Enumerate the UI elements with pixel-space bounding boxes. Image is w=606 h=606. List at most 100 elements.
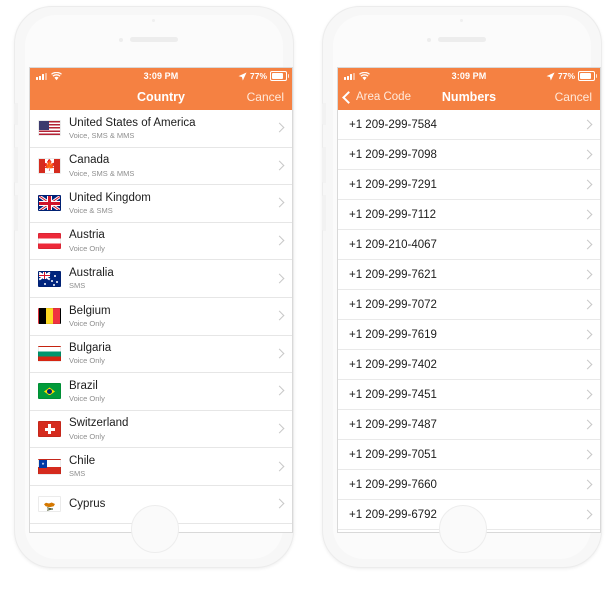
chevron-right-icon [582, 419, 593, 429]
flag-icon [38, 458, 61, 475]
phone-number: +1 209-210-4067 [349, 238, 437, 251]
list-item[interactable]: +1 209-299-7487 [338, 410, 600, 440]
chevron-right-icon [582, 389, 593, 399]
chevron-right-icon [582, 479, 593, 489]
chevron-right-icon [274, 160, 285, 171]
row-text: Chile SMS [69, 454, 95, 480]
list-item[interactable]: +1 209-299-7112 [338, 200, 600, 230]
volume-down-button[interactable] [14, 195, 18, 231]
home-button[interactable] [439, 505, 487, 553]
phone-number: +1 209-299-7112 [349, 208, 437, 221]
battery-icon [578, 71, 597, 81]
row-text: Cyprus [69, 497, 105, 512]
table-row[interactable]: United Kingdom Voice & SMS [30, 185, 292, 223]
list-item[interactable]: +1 209-299-7451 [338, 380, 600, 410]
country-list[interactable]: United States of America Voice, SMS & MM… [30, 110, 292, 532]
country-name: Austria [69, 229, 105, 242]
list-item[interactable]: +1 209-299-7660 [338, 470, 600, 500]
chevron-right-icon [582, 449, 593, 459]
proximity-sensor-icon [460, 19, 463, 22]
flag-icon [38, 345, 61, 362]
chevron-right-icon [582, 509, 593, 519]
table-row[interactable]: Bulgaria Voice Only [30, 336, 292, 374]
phone-number: +1 209-299-7291 [349, 178, 437, 191]
phone-number: +1 209-299-7619 [349, 328, 437, 341]
location-arrow-icon [546, 72, 555, 80]
country-name: Cyprus [69, 497, 106, 510]
row-text: Australia SMS [69, 266, 114, 292]
table-row[interactable]: Brazil Voice Only [30, 373, 292, 411]
volume-down-button[interactable] [322, 195, 326, 231]
country-capabilities: Voice Only [69, 394, 105, 404]
home-button[interactable] [131, 505, 179, 553]
list-item[interactable]: +1 209-299-7584 [338, 110, 600, 140]
phone-number: +1 209-299-7051 [349, 448, 437, 461]
battery-icon [270, 71, 289, 81]
row-text: United Kingdom Voice & SMS [69, 191, 151, 217]
cancel-button[interactable]: Cancel [555, 84, 592, 110]
chevron-right-icon [582, 119, 593, 129]
table-row[interactable]: Chile SMS [30, 448, 292, 486]
status-bar-right: 77% [238, 68, 289, 84]
list-item[interactable]: +1 209-299-7291 [338, 170, 600, 200]
table-row[interactable]: Belgium Voice Only [30, 298, 292, 336]
phone-body-shell: 3:09 PM 77% Country Cancel United States… [14, 6, 294, 568]
phone-device-numbers: 3:09 PM 77% Area Code Numbers Cancel +1 … [316, 4, 606, 602]
list-item[interactable]: +1 209-299-7072 [338, 290, 600, 320]
flag-icon [38, 233, 61, 250]
earpiece-speaker [438, 37, 486, 42]
country-name: Chile [69, 454, 96, 467]
phone-number: +1 209-299-7621 [349, 268, 437, 281]
chevron-right-icon [274, 310, 285, 321]
table-row[interactable]: Australia SMS [30, 260, 292, 298]
table-row[interactable]: United States of America Voice, SMS & MM… [30, 110, 292, 148]
nav-bar-country: Country Cancel [30, 84, 292, 110]
chevron-right-icon [582, 329, 593, 339]
country-name: Bulgaria [69, 342, 112, 355]
list-item[interactable]: +1 209-210-4067 [338, 230, 600, 260]
flag-icon [38, 195, 61, 212]
status-bar: 3:09 PM 77% [30, 68, 292, 84]
chevron-right-icon [582, 299, 593, 309]
cancel-button[interactable]: Cancel [247, 84, 284, 110]
list-item[interactable]: +1 209-299-7098 [338, 140, 600, 170]
phone-number: +1 209-299-7072 [349, 298, 437, 311]
country-capabilities: Voice & SMS [69, 206, 113, 216]
country-capabilities: Voice Only [69, 318, 105, 328]
front-camera-icon [427, 38, 431, 42]
country-capabilities: Voice, SMS & MMS [69, 168, 135, 178]
phone-device-country: 3:09 PM 77% Country Cancel United States… [8, 4, 298, 602]
phone-number: +1 209-299-7451 [349, 388, 437, 401]
flag-icon: 🍁 [38, 157, 61, 174]
list-item[interactable]: +1 209-299-7402 [338, 350, 600, 380]
proximity-sensor-icon [152, 19, 155, 22]
chevron-right-icon [274, 122, 285, 133]
volume-up-button[interactable] [322, 147, 326, 183]
row-text: Canada Voice, SMS & MMS [69, 153, 134, 179]
row-text: Belgium Voice Only [69, 304, 111, 330]
volume-up-button[interactable] [14, 147, 18, 183]
silent-switch[interactable] [322, 103, 326, 125]
chevron-right-icon [582, 239, 593, 249]
chevron-right-icon [582, 179, 593, 189]
country-capabilities: Voice, SMS & MMS [69, 130, 135, 140]
chevron-right-icon [274, 348, 285, 359]
country-name: United States of America [69, 116, 196, 129]
list-item[interactable]: +1 209-299-7619 [338, 320, 600, 350]
table-row[interactable]: Austria Voice Only [30, 223, 292, 261]
country-capabilities: Voice Only [69, 431, 105, 441]
silent-switch[interactable] [14, 103, 18, 125]
phone-number: +1 209-299-7660 [349, 478, 437, 491]
list-item[interactable]: +1 209-299-7051 [338, 440, 600, 470]
table-row[interactable]: Switzerland Voice Only [30, 411, 292, 449]
screen-country: 3:09 PM 77% Country Cancel United States… [29, 67, 293, 533]
nav-bar-numbers: Area Code Numbers Cancel [338, 84, 600, 110]
table-row[interactable]: 🍁 Canada Voice, SMS & MMS [30, 148, 292, 186]
country-name: Switzerland [69, 417, 129, 430]
chevron-right-icon [274, 498, 285, 509]
list-item[interactable]: +1 209-299-7621 [338, 260, 600, 290]
country-capabilities: Voice Only [69, 243, 105, 253]
row-text: United States of America Voice, SMS & MM… [69, 116, 196, 142]
numbers-list[interactable]: +1 209-299-7584 +1 209-299-7098 +1 209-2… [338, 110, 600, 532]
flag-icon [38, 383, 61, 400]
